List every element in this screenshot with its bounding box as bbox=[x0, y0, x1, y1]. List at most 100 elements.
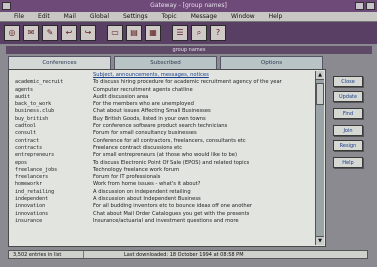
conference-name: insurance bbox=[15, 217, 43, 224]
conference-description: Subject, announcements, messages, notice… bbox=[93, 72, 209, 78]
search-icon[interactable]: ⌕ bbox=[191, 25, 207, 41]
maximize-button[interactable] bbox=[366, 2, 375, 10]
conference-name: ind_retailing bbox=[15, 188, 55, 195]
conference-description: Chat about issues Affecting Small Busine… bbox=[93, 108, 211, 115]
conference-name: audit bbox=[15, 93, 31, 100]
menu-file[interactable]: File bbox=[14, 13, 24, 20]
menu-mail[interactable]: Mail bbox=[64, 13, 76, 20]
conference-name: consult bbox=[15, 130, 37, 137]
entry-count: 3,502 entries in list bbox=[9, 251, 84, 258]
list-item[interactable]: business.club Chat about issues Affecting… bbox=[11, 108, 315, 115]
find-button[interactable]: Find bbox=[333, 108, 363, 119]
scroll-thumb[interactable] bbox=[316, 83, 324, 105]
forward-icon[interactable]: ↪ bbox=[80, 25, 96, 41]
conference-name: freelancers bbox=[15, 174, 49, 181]
list-item[interactable]: epos To discuss Electronic Point Of Sale … bbox=[11, 160, 315, 167]
list-item[interactable]: independent A discussion about Independen… bbox=[11, 196, 315, 203]
conference-description: Technology freelance work forum bbox=[93, 166, 180, 173]
conference-list-panel: Subject, announcements, messages, notice… bbox=[8, 69, 326, 247]
conference-description: Freelance contract discussions etc bbox=[93, 144, 183, 151]
conference-description: Computer recruitment agents chatline bbox=[93, 86, 193, 93]
list-item[interactable]: academic_recruit To discuss hiring proced… bbox=[11, 79, 315, 86]
conference-name: agents bbox=[15, 86, 34, 93]
conference-name: innovations bbox=[15, 210, 49, 217]
menu-edit[interactable]: Edit bbox=[38, 13, 50, 20]
list-scrollbar[interactable]: ▲ ▼ bbox=[315, 71, 324, 245]
action-buttons: Close Update Find Join Resign Help bbox=[331, 76, 367, 172]
conference-name: contract bbox=[15, 137, 40, 144]
list-item[interactable]: entrepreneurs For small entrepreneurs (at… bbox=[11, 152, 315, 159]
list-item[interactable]: homeworkr Work from home issues - what's … bbox=[11, 181, 315, 188]
menu-global[interactable]: Global bbox=[90, 13, 109, 20]
help-button[interactable]: Help bbox=[333, 157, 363, 168]
conference-description: Forum for small consultancy businesses bbox=[93, 130, 197, 137]
conference-name: entrepreneurs bbox=[15, 152, 55, 159]
scroll-down-icon[interactable]: ▼ bbox=[316, 236, 324, 245]
menu-topic[interactable]: Topic bbox=[162, 13, 177, 20]
scroll-up-icon[interactable]: ▲ bbox=[316, 71, 324, 80]
conference-name: contracts bbox=[15, 144, 43, 151]
tab-subscribed[interactable]: Subscribed bbox=[114, 56, 217, 69]
topic-icon[interactable]: ☰ bbox=[172, 25, 188, 41]
list-item[interactable]: innovation For all budding inventors etc … bbox=[11, 203, 315, 210]
menu-message[interactable]: Message bbox=[191, 13, 217, 20]
system-menu-icon[interactable] bbox=[2, 2, 11, 10]
folder-icon[interactable]: ▭ bbox=[107, 25, 123, 41]
conference-description: To discuss Electronic Point Of Sale (EPO… bbox=[93, 159, 250, 166]
list-item[interactable]: insurance Insurance/actuarial and investm… bbox=[11, 218, 315, 225]
compose-icon[interactable]: ✎ bbox=[42, 25, 58, 41]
conference-description: Buy British Goods, listed in your own to… bbox=[93, 115, 206, 122]
join-button[interactable]: Join bbox=[333, 125, 363, 136]
list-item[interactable]: contract Conference for all contractors, … bbox=[11, 138, 315, 145]
resign-button[interactable]: Resign bbox=[333, 140, 363, 151]
close-button[interactable]: Close bbox=[333, 76, 363, 87]
conference-name: independent bbox=[15, 196, 49, 203]
list-item[interactable]: Subject, announcements, messages, notice… bbox=[11, 72, 315, 79]
conference-description: A discussion on independent retailing bbox=[93, 188, 191, 195]
list-item[interactable]: cadtool For conference software product s… bbox=[11, 123, 315, 130]
help-icon[interactable]: ? bbox=[210, 25, 226, 41]
conference-description: Chat about Mail Order Catalogues you get… bbox=[93, 210, 250, 217]
update-button[interactable]: Update bbox=[333, 91, 363, 102]
list-item[interactable]: agents Computer recruitment agents chatli… bbox=[11, 87, 315, 94]
reply-icon[interactable]: ↩ bbox=[61, 25, 77, 41]
tab-options[interactable]: Options bbox=[220, 56, 323, 69]
conference-name: epos bbox=[15, 159, 28, 166]
list-item[interactable]: ind_retailing A discussion on independent… bbox=[11, 189, 315, 196]
list-item[interactable]: innovations Chat about Mail Order Catalog… bbox=[11, 211, 315, 218]
list-item[interactable]: buy_british Buy British Goods, listed in … bbox=[11, 116, 315, 123]
list-item[interactable]: consult Forum for small consultancy busin… bbox=[11, 130, 315, 137]
last-downloaded: Last downloaded: 18 October 1994 at 08:5… bbox=[124, 252, 244, 258]
title-bar: Gateway - [group names] bbox=[0, 0, 377, 12]
list-item[interactable]: contracts Freelance contract discussions … bbox=[11, 145, 315, 152]
conference-name: academic_recruit bbox=[15, 79, 64, 86]
print-icon[interactable]: ▤ bbox=[126, 25, 142, 41]
conference-name: freelance_jobs bbox=[15, 166, 58, 173]
list-item[interactable]: back_to_work For the members who are unem… bbox=[11, 101, 315, 108]
conference-description: A discussion about Independent Business bbox=[93, 196, 201, 203]
conference-description: Conference for all contractors, freelanc… bbox=[93, 137, 246, 144]
globe-icon[interactable]: ◎ bbox=[4, 25, 20, 41]
menu-window[interactable]: Window bbox=[231, 13, 255, 20]
mailbox-icon[interactable]: ✉ bbox=[23, 25, 39, 41]
conference-description: For the members who are unemployed bbox=[93, 101, 194, 108]
window-title: Gateway - [group names] bbox=[150, 2, 227, 9]
conference-description: Forum for IT professionals bbox=[93, 174, 161, 181]
conference-name: homeworkr bbox=[15, 181, 43, 188]
list-item[interactable]: freelance_jobs Technology freelance work … bbox=[11, 167, 315, 174]
list-item[interactable]: audit Audit discussion area bbox=[11, 94, 315, 101]
conference-description: For conference software product search t… bbox=[93, 123, 228, 130]
conference-description: For all budding inventors etc to bounce … bbox=[93, 203, 253, 210]
address-book-icon[interactable]: ▦ bbox=[145, 25, 161, 41]
conference-description: For small entrepreneurs (at those who wo… bbox=[93, 152, 237, 159]
conference-list[interactable]: Subject, announcements, messages, notice… bbox=[11, 72, 315, 244]
status-bar: 3,502 entries in list Last downloaded: 1… bbox=[8, 250, 368, 259]
list-item[interactable]: freelancers Forum for IT professionals bbox=[11, 174, 315, 181]
conference-name: innovation bbox=[15, 203, 46, 210]
tab-conferences[interactable]: Conferences bbox=[8, 56, 111, 69]
tab-strip: Conferences Subscribed Options bbox=[8, 56, 326, 69]
child-window-title: group names bbox=[6, 46, 372, 54]
menu-help[interactable]: Help bbox=[269, 13, 283, 20]
menu-settings[interactable]: Settings bbox=[123, 13, 148, 20]
minimize-button[interactable] bbox=[355, 2, 364, 10]
